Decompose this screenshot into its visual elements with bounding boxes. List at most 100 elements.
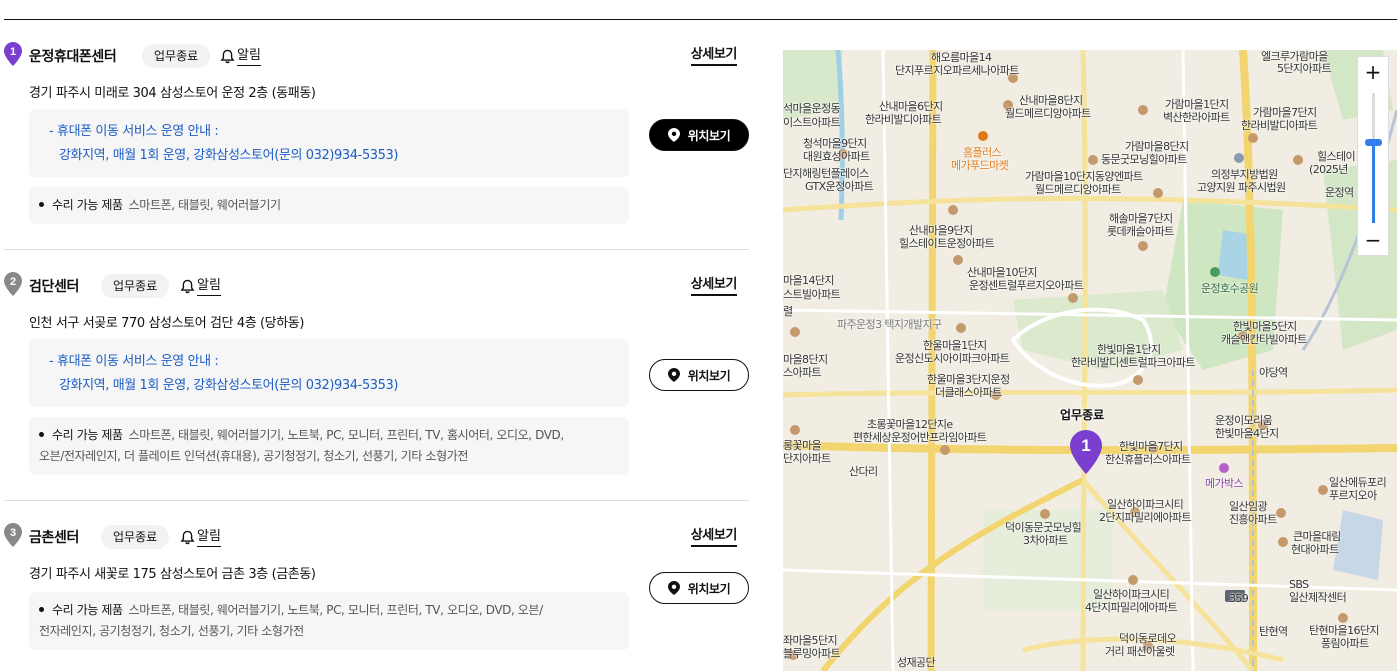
map-label: 해오름마을14 [931, 51, 992, 64]
repair-list: 스마트폰, 태블릿, 웨어러블기기, 노트북, PC, 모니터, 프린터, TV… [128, 603, 543, 617]
number-pin-icon: 3 [4, 523, 22, 547]
repair-products: 수리 가능 제품 스마트폰, 태블릿, 웨어러블기기, 노트북, PC, 모니터,… [29, 417, 629, 475]
center-item-3: 3 금촌센터 업무종료 알림 상세보기 경기 파주시 새꽃로 175 삼성스토어… [4, 521, 749, 671]
location-label: 위치보기 [687, 368, 731, 383]
map-label: 탄현마을16단지 [1309, 624, 1380, 637]
bell-icon [180, 530, 195, 545]
marker-number: 1 [1081, 436, 1090, 455]
map-label: 일산하이파크시티 [1093, 588, 1170, 601]
alarm-label: 알림 [197, 528, 221, 547]
address: 경기 파주시 미래로 304 삼성스토어 운정 2층 (동패동) [29, 86, 316, 101]
map-label: 더클래스아파트 [935, 386, 1002, 399]
zoom-out-button[interactable]: − [1358, 225, 1388, 255]
map-label: 가람마을1단지 [1165, 98, 1229, 111]
detail-link[interactable]: 상세보기 [690, 276, 737, 296]
repair-label: 수리 가능 제품 [52, 428, 123, 442]
status-badge: 업무종료 [101, 274, 170, 298]
map-label: 롯데캐슬아파트 [1107, 225, 1174, 238]
bullet [39, 432, 44, 437]
map-label: 가람마을8단지 [1125, 140, 1189, 153]
map-label: 덕이동문굿모닝힐 [1005, 521, 1082, 534]
number-pin-icon: 1 [4, 42, 22, 66]
map-label: 푸르지오아 [1329, 489, 1377, 502]
map-marker-icon: 1 [1070, 430, 1102, 474]
map-label: 운정역 [1325, 186, 1354, 199]
map-label: 현대아파트 [1291, 543, 1339, 556]
zoom-control: + − [1357, 56, 1389, 256]
map-label: 덕이동로데오 [1119, 632, 1177, 645]
map-label: 큰마을대림 [1293, 530, 1341, 543]
center-name[interactable]: 운정휴대폰센터 [29, 46, 117, 66]
location-button[interactable]: 위치보기 [649, 572, 749, 604]
map-marker[interactable]: 1 [1070, 430, 1102, 474]
map-label: 메가박스 [1205, 477, 1244, 490]
map-label: 야당역 [1259, 366, 1288, 379]
map-label: 성재공단 [897, 656, 936, 669]
map-label: 렬 [783, 305, 793, 318]
center-item-2: 2 검단센터 업무종료 알림 상세보기 인천 서구 서곶로 770 삼성스토어 … [4, 270, 749, 501]
map-label: 거리 패션아울렛 [1105, 645, 1175, 658]
alarm-button[interactable]: 알림 [180, 275, 221, 297]
alarm-button[interactable]: 알림 [180, 526, 221, 548]
detail-link[interactable]: 상세보기 [690, 46, 737, 66]
map-label: 편한세상운정어반프라임아파트 [853, 431, 987, 444]
map-label: GTX운정아파트 [805, 180, 874, 193]
status-badge: 업무종료 [142, 44, 211, 68]
number-pin-icon: 2 [4, 272, 22, 296]
map-label: 운정신도시아이파크아파트 [895, 352, 1010, 365]
detail-link[interactable]: 상세보기 [690, 527, 737, 547]
map-label: 한라비발디아파트 [1241, 119, 1318, 132]
repair-list: 스마트폰, 태블릿, 웨어러블기기 [128, 198, 281, 212]
map-label: 3차아파트 [1023, 534, 1068, 547]
map-label: 의정부지방법원 [1211, 168, 1278, 181]
pin-number: 3 [10, 527, 16, 539]
map-label: 일산임광 [1229, 500, 1268, 513]
map-label: 4단지파밀리에아파트 [1085, 601, 1178, 614]
map-label: 힐스테이 [1317, 150, 1356, 163]
map-label: 초롱꽃마을12단지e [867, 418, 953, 431]
map-label: 단지푸르지오파르세나아파트 [895, 64, 1019, 77]
top-divider [4, 19, 1397, 20]
location-button[interactable]: 위치보기 [649, 119, 749, 151]
notice-title: - 휴대폰 이동 서비스 운영 안내 : [49, 354, 219, 369]
map-view[interactable]: 해오름마을14 단지푸르지오파르세나아파트 엘크루가람마을 5단지아파트 석마을… [783, 50, 1397, 671]
map-label: 단지해링턴플레이스 [783, 167, 869, 180]
center-name[interactable]: 검단센터 [29, 276, 79, 296]
map-label: 한신휴플러스아파트 [1105, 453, 1191, 466]
repair-list-cont: 오븐/전자레인지, 더 플레이트 인덕션(휴대용), 공기청정기, 청소기, 선… [39, 449, 468, 463]
repair-label: 수리 가능 제품 [52, 198, 123, 212]
center-name[interactable]: 금촌센터 [29, 527, 79, 547]
alarm-button[interactable]: 알림 [220, 45, 261, 67]
zoom-in-button[interactable]: + [1358, 57, 1388, 87]
map-label: 산내마을9단지 [909, 224, 973, 237]
map-label: 마을14단지 [783, 274, 834, 287]
map-label: 산내마을10단지 [967, 266, 1038, 279]
map-label: 롱꽃마을 [783, 439, 822, 452]
map-label: 일산제작센터 [1289, 591, 1347, 604]
map-label: 대원효성아파트 [803, 150, 870, 163]
map-label: 일산하이파크시티 [1107, 498, 1184, 511]
map-label: 힐스테이트운정아파트 [899, 237, 995, 250]
map-label: 한빛마을4단지 [1215, 427, 1279, 440]
map-label: 가람마을7단지 [1253, 106, 1317, 119]
map-label: 홈플러스 [963, 146, 1002, 159]
location-button[interactable]: 위치보기 [649, 359, 749, 391]
map-label: SBS [1289, 578, 1309, 591]
zoom-slider-handle[interactable] [1365, 139, 1382, 147]
notice-detail: 강화지역, 매월 1회 운영, 강화삼성스토어(문의 032)934-5353) [59, 148, 399, 163]
alarm-label: 알림 [197, 277, 221, 296]
map-label: 청석마을9단지 [803, 137, 867, 150]
map-label: 2단지파밀리에아파트 [1099, 511, 1192, 524]
notice-title: - 휴대폰 이동 서비스 운영 안내 : [49, 124, 219, 139]
repair-list-cont: 전자레인지, 공기청정기, 청소기, 선풍기, 기타 소형가전 [39, 624, 304, 638]
location-label: 위치보기 [687, 128, 731, 143]
bullet [39, 607, 44, 612]
map-label: 탄현역 [1259, 625, 1288, 638]
map-label: 한울마을1단지 [923, 339, 987, 352]
marker-status-label: 업무종료 [1060, 408, 1105, 422]
map-label: 좌마을5단지 [783, 634, 838, 647]
map-label: 한라비발디아파트 [865, 113, 942, 126]
status-badge: 업무종료 [101, 525, 170, 549]
map-label: 한빛마을5단지 [1233, 320, 1297, 333]
map-label: 한울마을3단지운정 [927, 373, 1010, 386]
